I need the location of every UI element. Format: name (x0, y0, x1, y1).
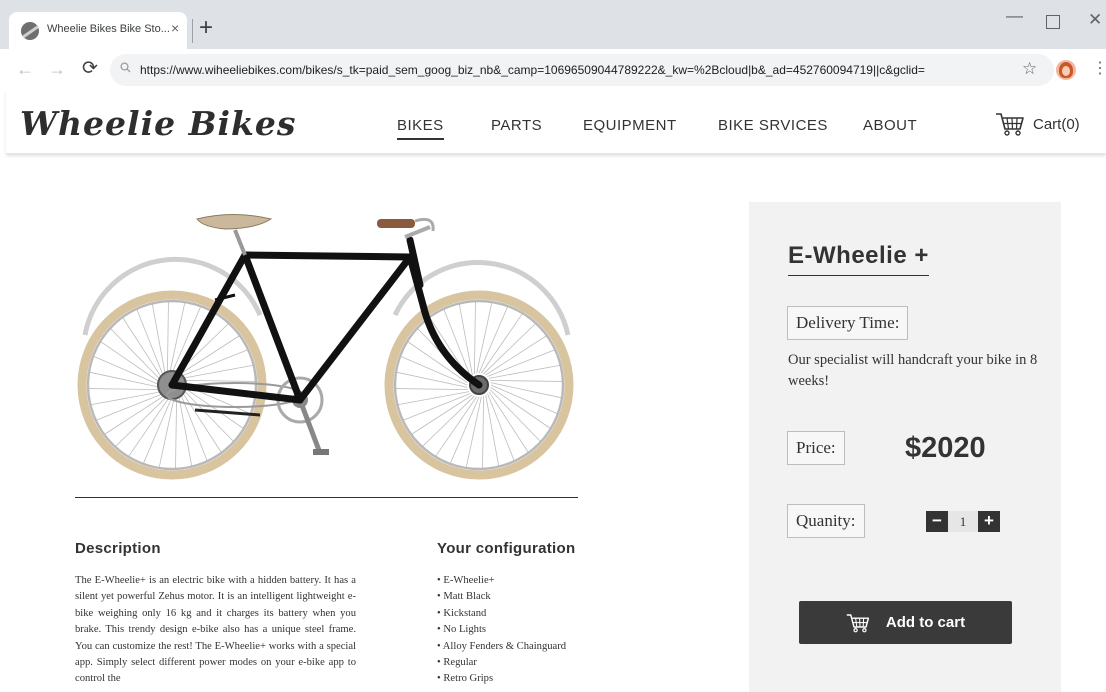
site-favicon-icon (21, 22, 39, 40)
description-heading: Description (75, 540, 161, 557)
tab-close-icon[interactable]: × (171, 20, 179, 36)
profile-avatar[interactable] (1056, 60, 1076, 80)
back-arrow-icon[interactable]: ← (16, 59, 34, 79)
nav-bike-services[interactable]: BIKE SRVICES (718, 117, 828, 134)
window-close-icon[interactable]: ✕ (1088, 10, 1102, 30)
browser-toolbar: ← → ⟳ https://www.wiheeliebikes.com/bike… (0, 49, 1106, 91)
purchase-panel: E-Wheelie + Delivery Time: Our specialis… (749, 202, 1061, 692)
list-item: No Lights (437, 622, 566, 638)
browser-tab[interactable]: Wheelie Bikes Bike Sto... × (9, 12, 187, 49)
nav-parts[interactable]: PARTS (491, 117, 542, 134)
quantity-value[interactable]: 1 (948, 511, 978, 532)
minimize-icon[interactable]: — (1006, 6, 1023, 26)
list-item: Kickstand (437, 606, 566, 622)
list-item: E-Wheelie+ (437, 573, 566, 589)
maximize-icon[interactable] (1046, 15, 1060, 29)
add-to-cart-button[interactable]: Add to cart (799, 601, 1012, 644)
reload-icon[interactable]: ⟳ (82, 59, 98, 79)
cart-link[interactable]: Cart(0) (995, 111, 1080, 137)
nav-bikes[interactable]: BIKES (397, 117, 444, 140)
tab-title: Wheelie Bikes Bike Sto... (47, 23, 170, 35)
list-item: Regular (437, 655, 566, 671)
product-title: E-Wheelie + (788, 242, 929, 276)
nav-equipment[interactable]: EQUIPMENT (583, 117, 677, 134)
list-item: Matt Black (437, 589, 566, 605)
delivery-time-text: Our specialist will handcraft your bike … (788, 350, 1038, 392)
nav-about[interactable]: ABOUT (863, 117, 917, 134)
product-image (75, 205, 578, 480)
decrease-quantity-button[interactable]: − (926, 511, 948, 532)
browser-tabstrip: Wheelie Bikes Bike Sto... × + — ✕ (0, 0, 1106, 49)
configuration-heading: Your configuration (437, 540, 575, 557)
site-header: Wheelie Bikes BIKES PARTS EQUIPMENT BIKE… (6, 91, 1106, 154)
bicycle-illustration (75, 205, 578, 480)
increase-quantity-button[interactable]: + (978, 511, 1000, 532)
add-to-cart-label: Add to cart (886, 614, 965, 631)
configuration-list: E-Wheelie+ Matt Black Kickstand No Light… (437, 573, 566, 688)
address-bar[interactable]: https://www.wiheeliebikes.com/bikes/s_tk… (110, 54, 1054, 86)
forward-arrow-icon[interactable]: → (48, 59, 66, 79)
list-item: Retro Grips (437, 671, 566, 687)
new-tab-icon[interactable]: + (199, 16, 213, 40)
description-text: The E-Wheelie+ is an electric bike with … (75, 573, 356, 688)
tab-separator (192, 19, 193, 43)
url-text[interactable]: https://www.wiheeliebikes.com/bikes/s_tk… (140, 63, 925, 77)
shopping-cart-icon (846, 612, 870, 634)
delivery-time-label: Delivery Time: (787, 306, 908, 340)
search-icon (120, 62, 131, 76)
list-item: Alloy Fenders & Chainguard (437, 639, 566, 655)
price-label: Price: (787, 431, 845, 465)
image-divider (75, 497, 578, 498)
quantity-stepper: − 1 + (926, 511, 1000, 532)
browser-menu-icon[interactable]: ⋮ (1092, 60, 1106, 78)
quantity-label: Quanity: (787, 504, 865, 538)
site-logo[interactable]: Wheelie Bikes (20, 104, 296, 143)
cart-label: Cart(0) (1033, 116, 1080, 133)
shopping-cart-icon (995, 111, 1025, 137)
bookmark-star-icon[interactable]: ☆ (1022, 59, 1037, 79)
price-value: $2020 (905, 432, 986, 465)
